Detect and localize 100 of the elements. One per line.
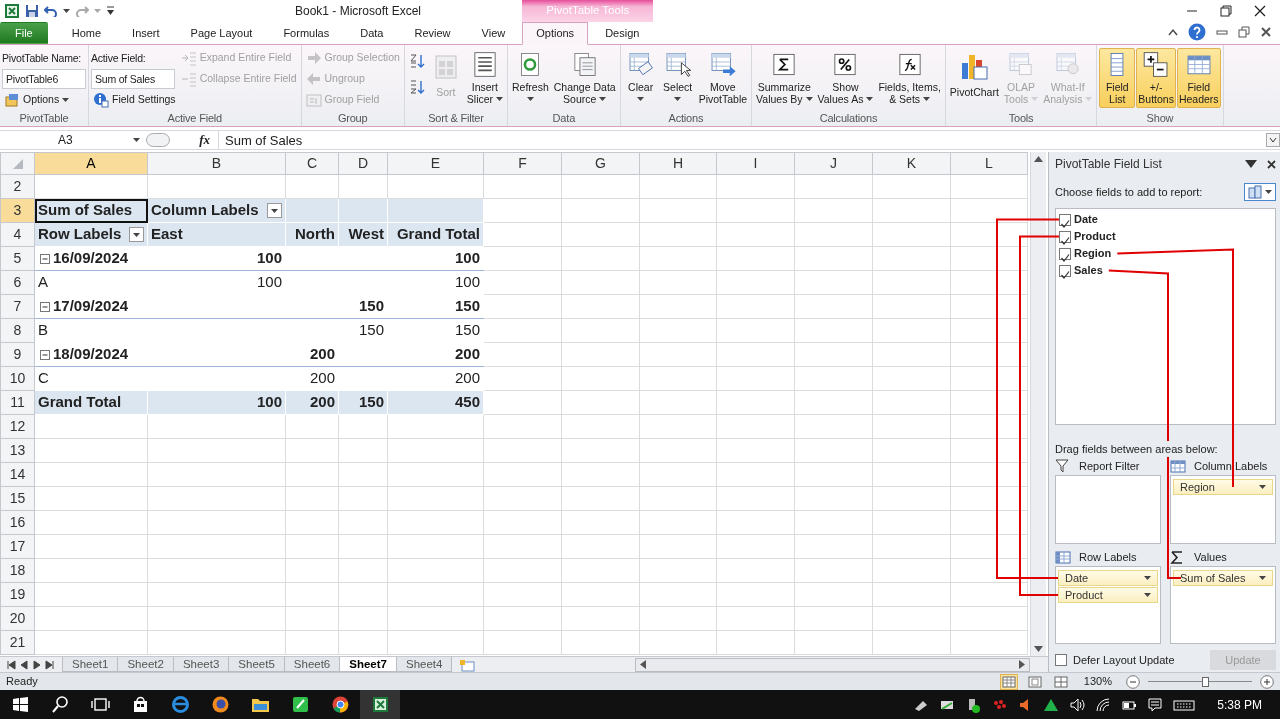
column-header[interactable]: F — [483, 152, 562, 175]
sheet-tab[interactable]: Sheet4 — [396, 657, 453, 672]
task-view-icon[interactable] — [90, 695, 110, 714]
restore-icon[interactable] — [1220, 5, 1232, 17]
row-number[interactable]: 5 — [0, 246, 35, 271]
close-icon[interactable] — [1260, 26, 1272, 38]
slider-thumb[interactable] — [1202, 676, 1210, 687]
minimize-icon[interactable] — [1216, 27, 1228, 37]
row-number[interactable]: 13 — [0, 438, 35, 463]
row-number[interactable]: 19 — [0, 582, 35, 607]
customize-icon[interactable] — [106, 6, 115, 16]
ribbon-button[interactable]: Fields, Items, & Sets — [876, 48, 943, 108]
area-field-button[interactable]: Date — [1058, 570, 1158, 586]
ribbon-tab[interactable]: View — [467, 22, 520, 44]
checkbox[interactable] — [1055, 654, 1067, 666]
row-number[interactable]: 10 — [0, 366, 35, 391]
close-icon[interactable] — [1254, 5, 1266, 17]
row-number[interactable]: 11 — [0, 390, 35, 415]
column-header[interactable]: D — [338, 152, 388, 175]
zoom-slider[interactable] — [1148, 676, 1252, 687]
expand-icon[interactable] — [1266, 133, 1280, 147]
volume-icon[interactable] — [1069, 696, 1086, 713]
ribbon-tab[interactable]: Formulas — [269, 22, 344, 44]
input-field[interactable]: Sum of Sales — [91, 69, 175, 89]
row-number[interactable]: 18 — [0, 558, 35, 583]
column-header[interactable]: E — [387, 152, 484, 175]
windows-logo-icon[interactable] — [10, 695, 30, 714]
view-button[interactable] — [999, 673, 1018, 690]
browser-icon[interactable] — [210, 695, 230, 714]
restore-icon[interactable] — [1238, 26, 1250, 38]
ribbon-button[interactable]: Field List — [1099, 48, 1136, 108]
ribbon-button[interactable]: PivotChart — [947, 48, 1001, 108]
area-field-button[interactable]: Product — [1058, 587, 1158, 603]
ribbon-tab[interactable]: Data — [346, 22, 398, 44]
ribbon-button[interactable]: Insert Slicer — [464, 48, 505, 108]
save-icon[interactable] — [25, 4, 39, 18]
ribbon-button[interactable]: Move PivotTable — [696, 48, 750, 108]
column-header[interactable]: G — [561, 152, 640, 175]
column-header[interactable]: H — [639, 152, 717, 175]
row-number[interactable]: 21 — [0, 630, 35, 655]
row-number[interactable]: 15 — [0, 486, 35, 511]
ribbon-tab[interactable]: Design — [591, 22, 654, 44]
ribbon-button[interactable]: Change Data Source — [551, 48, 618, 108]
filter-dropdown[interactable] — [129, 227, 144, 243]
row-number[interactable]: 8 — [0, 318, 35, 343]
ribbon-button[interactable]: Options — [2, 90, 86, 110]
checkbox[interactable] — [1059, 264, 1071, 277]
spreadsheet-icon[interactable] — [370, 695, 390, 714]
row-number[interactable]: 6 — [0, 270, 35, 295]
ribbon-button[interactable]: +/- Buttons — [1136, 48, 1176, 108]
menu-caret-icon[interactable] — [1245, 160, 1257, 168]
sheet-tab[interactable]: Sheet2 — [117, 657, 174, 672]
ribbon-button[interactable]: Refresh — [510, 48, 551, 108]
zoom-out-icon[interactable] — [1126, 674, 1140, 689]
scroll-arrow-icon[interactable] — [640, 660, 646, 669]
drop-area[interactable]: Sum of Sales — [1170, 566, 1276, 644]
column-header[interactable]: I — [716, 152, 795, 175]
splitter-handle-icon[interactable] — [146, 133, 170, 147]
browser-icon[interactable] — [330, 695, 350, 714]
ribbon-tab[interactable]: Review — [400, 22, 465, 44]
drop-area[interactable]: Date Product — [1055, 566, 1161, 644]
ribbon-tab[interactable]: Options — [522, 22, 589, 45]
nav-arrow-icon[interactable] — [6, 659, 16, 670]
sheet-tab[interactable]: Sheet1 — [62, 657, 119, 672]
row-number[interactable]: 20 — [0, 606, 35, 631]
name-box[interactable]: A3 — [0, 131, 146, 149]
row-number[interactable]: 3 — [0, 198, 35, 223]
collapse-icon[interactable] — [40, 302, 50, 313]
zoom-in-icon[interactable] — [1260, 674, 1274, 689]
row-number[interactable]: 9 — [0, 342, 35, 367]
nav-arrow-icon[interactable] — [45, 659, 55, 670]
drop-area[interactable]: Region — [1170, 475, 1276, 544]
checkbox[interactable] — [1059, 230, 1071, 243]
collapse-icon[interactable] — [40, 350, 50, 361]
undo-icon[interactable] — [44, 5, 58, 17]
ribbon-button[interactable]: Clear — [622, 48, 659, 108]
sheet-tab[interactable]: Sheet5 — [228, 657, 285, 672]
horizontal-scrollbar[interactable] — [635, 657, 1030, 672]
sheet-tab[interactable]: Sheet7 — [339, 657, 397, 672]
row-number[interactable]: 7 — [0, 294, 35, 319]
ribbon-tab[interactable]: Page Layout — [176, 22, 267, 44]
checkbox[interactable] — [1059, 247, 1071, 260]
spreadsheet-icon[interactable] — [4, 3, 20, 19]
layout-button[interactable] — [1244, 183, 1276, 201]
row-number[interactable]: 4 — [0, 222, 35, 247]
wifi-icon[interactable] — [1095, 696, 1112, 713]
row-number[interactable]: 2 — [0, 174, 35, 199]
vertical-scrollbar[interactable] — [1030, 152, 1046, 656]
ribbon-button[interactable]: Show Values As — [815, 48, 876, 108]
search-icon[interactable] — [50, 695, 70, 714]
row-number[interactable]: 12 — [0, 414, 35, 439]
column-header[interactable]: B — [147, 152, 286, 175]
column-header[interactable]: A — [34, 152, 148, 175]
input-field[interactable]: PivotTable6 — [2, 69, 86, 89]
notification-icon[interactable] — [1147, 696, 1164, 713]
column-header[interactable]: J — [794, 152, 873, 175]
ribbon-tab[interactable]: File — [0, 22, 48, 44]
ribbon-button[interactable]: Select — [659, 48, 696, 108]
row-number[interactable]: 14 — [0, 462, 35, 487]
view-button[interactable] — [1051, 673, 1070, 690]
